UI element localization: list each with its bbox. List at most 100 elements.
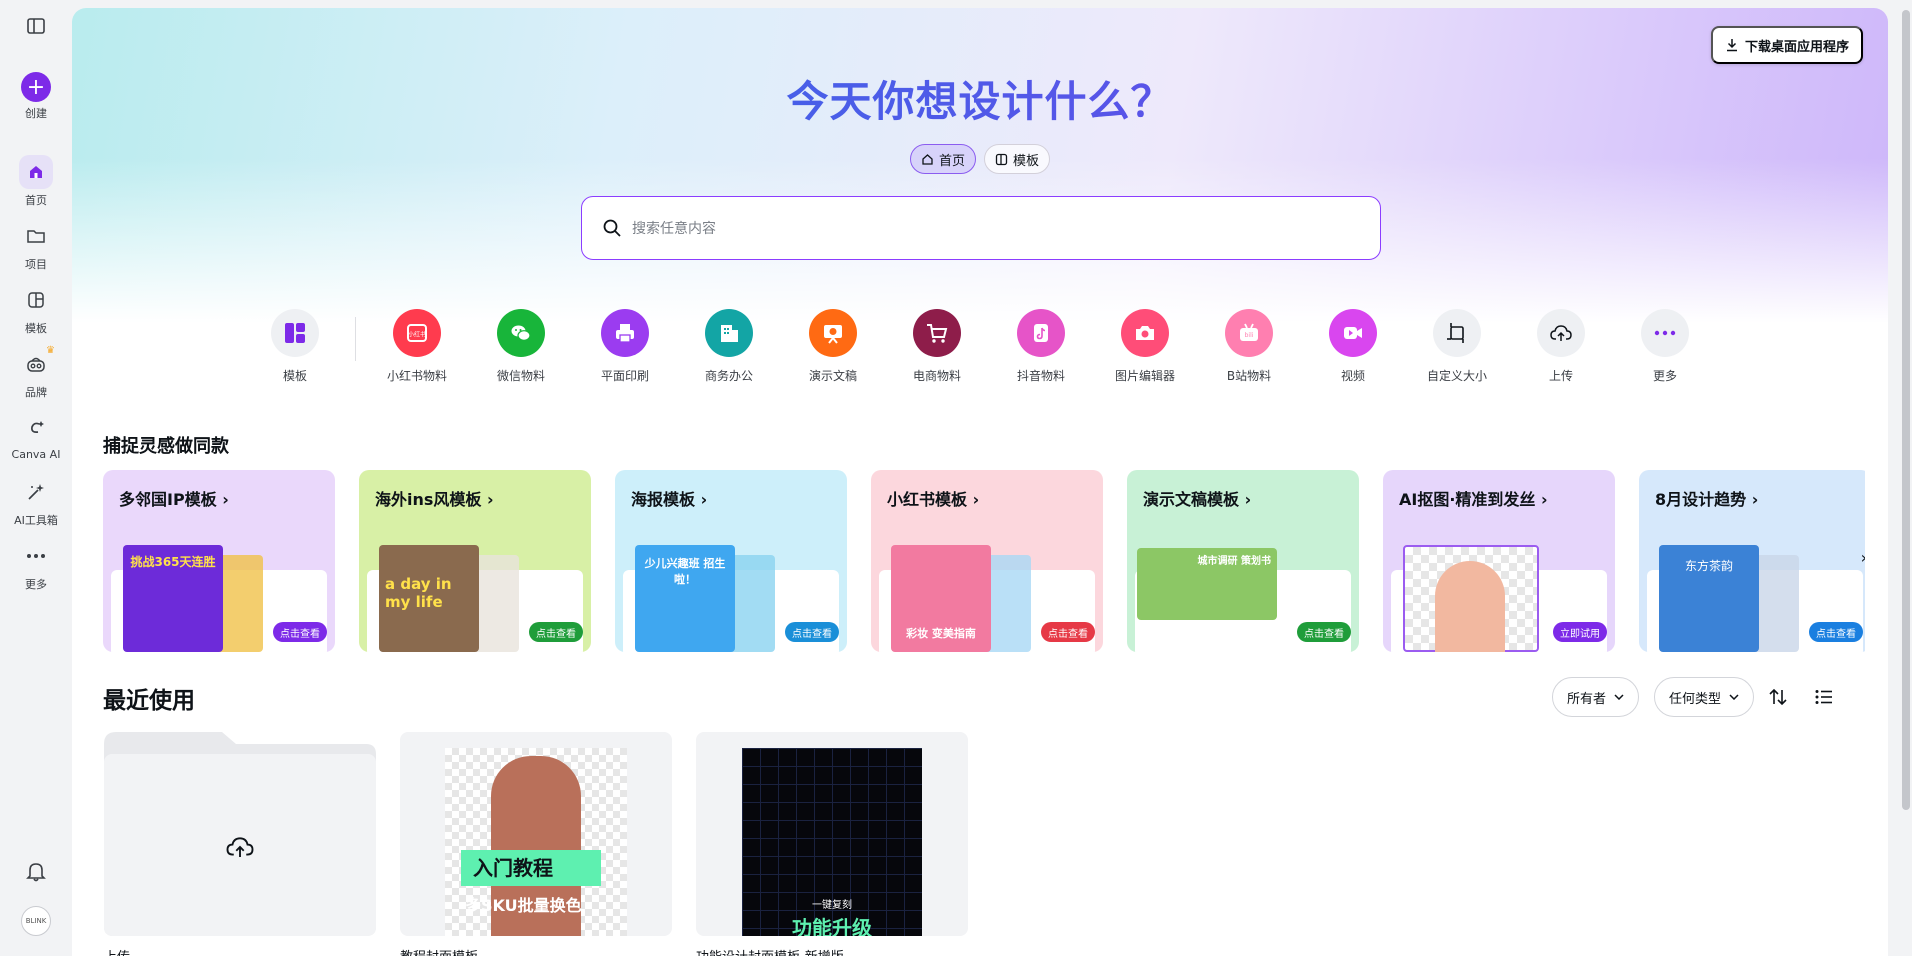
category-print[interactable]: 平面印刷 xyxy=(573,309,677,384)
card-thumbnail: 挑战365天连胜 xyxy=(123,545,223,652)
tab-home[interactable]: 首页 xyxy=(909,144,976,174)
category-templates[interactable]: 模板 xyxy=(243,309,347,384)
sidebar-item-templates[interactable]: 模板 xyxy=(0,283,72,336)
category-wechat[interactable]: 微信物料 xyxy=(469,309,573,384)
search-input[interactable] xyxy=(632,220,1332,236)
card-view-button[interactable]: 点击查看 xyxy=(529,622,583,642)
inspiration-title: 捕捉灵感做同款 xyxy=(103,436,229,457)
search-icon xyxy=(603,219,621,237)
page-scrollbar[interactable] xyxy=(1902,10,1910,810)
template-card[interactable]: 海报模板 › 少儿兴趣班 招生啦！ 点击查看 xyxy=(615,470,847,652)
design-thumbnail: 入门教程 多SKU批量换色 xyxy=(400,732,672,936)
cloud-upload-icon xyxy=(226,837,254,857)
card-title: 多邻国IP模板 › xyxy=(119,490,229,509)
tab-label: 模板 xyxy=(1013,153,1040,169)
category-xiaohongshu[interactable]: 小红书 小红书物料 xyxy=(365,309,469,384)
home-outline-icon xyxy=(922,153,933,165)
sidebar-item-more[interactable]: 更多 xyxy=(0,539,72,592)
folder-icon xyxy=(19,219,53,253)
search-bar[interactable] xyxy=(581,196,1381,260)
list-view-button[interactable] xyxy=(1810,683,1838,711)
category-ecommerce[interactable]: 电商物料 xyxy=(885,309,989,384)
category-bilibili[interactable]: bili B站物料 xyxy=(1197,309,1301,384)
category-more[interactable]: 更多 xyxy=(1613,309,1717,384)
carousel-next-icon[interactable]: › xyxy=(1861,548,1865,567)
card-view-button[interactable]: 点击查看 xyxy=(785,622,839,642)
download-label: 下载桌面应用程序 xyxy=(1744,38,1849,54)
sidebar-item-label: Canva AI xyxy=(11,448,61,461)
card-view-button[interactable]: 点击查看 xyxy=(273,622,327,642)
template-card[interactable]: 演示文稿模板 › 城市调研 策划书 点击查看 xyxy=(1127,470,1359,652)
sidebar-item-canva-ai[interactable]: Canva AI xyxy=(0,411,72,461)
card-view-button[interactable]: 点击查看 xyxy=(1041,622,1095,642)
canva-ai-icon xyxy=(19,411,53,445)
card-title: 海报模板 › xyxy=(631,490,708,509)
sidebar-item-create[interactable]: + 创建 xyxy=(0,72,72,121)
category-label: 商务办公 xyxy=(704,369,753,383)
recent-item-tutorial-cover[interactable]: 入门教程 多SKU批量换色 教程封面模板 xyxy=(400,732,672,956)
sidebar-item-brand[interactable]: ♛ 品牌 xyxy=(0,345,72,400)
avatar: BLINK xyxy=(21,906,51,936)
account-button[interactable]: BLINK xyxy=(0,906,72,936)
category-upload[interactable]: 上传 xyxy=(1509,309,1613,384)
template-card[interactable]: 8月设计趋势 › 东方茶韵 点击查看 › xyxy=(1639,470,1865,652)
template-card[interactable]: AI抠图·精准到发丝 › 立即试用 xyxy=(1383,470,1615,652)
sort-icon xyxy=(1769,688,1787,706)
svg-text:小红书: 小红书 xyxy=(408,331,426,339)
card-view-button[interactable]: 点击查看 xyxy=(1297,622,1351,642)
sidebar-item-label: 模板 xyxy=(25,322,47,335)
bilibili-icon: bili xyxy=(1225,309,1273,357)
category-custom-size[interactable]: 自定义大小 xyxy=(1405,309,1509,384)
bell-icon xyxy=(26,863,46,882)
folder-thumbnail xyxy=(104,732,376,936)
sidebar-item-label: 更多 xyxy=(25,578,47,591)
category-label: 抖音物料 xyxy=(1016,369,1065,383)
category-video[interactable]: 视频 xyxy=(1301,309,1405,384)
recent-item-feature-cover[interactable]: 一键复刻 功能升级 功能设计封面模板-新增版 xyxy=(696,732,968,956)
portrait-figure xyxy=(1435,561,1505,652)
crop-icon xyxy=(1433,309,1481,357)
sidebar-toggle-button[interactable] xyxy=(24,14,48,38)
template-card[interactable]: 海外ins风模板 › a day in my life 点击查看 xyxy=(359,470,591,652)
category-label: 小红书物料 xyxy=(386,369,447,383)
sort-button[interactable] xyxy=(1764,683,1792,711)
download-desktop-app-button[interactable]: 下载桌面应用程序 xyxy=(1710,26,1863,64)
card-title: 8月设计趋势 › xyxy=(1655,490,1759,509)
design-thumbnail: 一键复刻 功能升级 xyxy=(696,732,968,936)
category-photo-editor[interactable]: 图片编辑器 xyxy=(1093,309,1197,384)
card-try-button[interactable]: 立即试用 xyxy=(1553,622,1607,642)
notifications-button[interactable] xyxy=(0,860,72,882)
card-thumbnail: 彩妆 变美指南 xyxy=(891,545,991,652)
template-card[interactable]: 小红书模板 › 彩妆 变美指南 点击查看 xyxy=(871,470,1103,652)
category-label: 模板 xyxy=(282,369,307,383)
inspiration-cards: 多邻国IP模板 › 挑战365天连胜 点击查看 海外ins风模板 › a day… xyxy=(103,470,1865,652)
category-douyin[interactable]: 抖音物料 xyxy=(989,309,1093,384)
sidebar-item-home[interactable]: 首页 xyxy=(0,155,72,208)
wechat-icon xyxy=(497,309,545,357)
owner-filter-dropdown[interactable]: 所有者 xyxy=(1552,677,1640,717)
recent-item-upload[interactable]: 上传 xyxy=(104,732,376,956)
plus-icon: + xyxy=(21,72,51,102)
thumb-title-banner: 入门教程 xyxy=(461,850,601,886)
card-view-button[interactable]: 点击查看 xyxy=(1809,622,1863,642)
tab-templates[interactable]: 模板 xyxy=(984,144,1051,174)
template-card[interactable]: 多邻国IP模板 › 挑战365天连胜 点击查看 xyxy=(103,470,335,652)
card-thumbnail: a day in my life xyxy=(379,545,479,652)
category-business[interactable]: 商务办公 xyxy=(677,309,781,384)
thumb-subtitle: 多SKU批量换色 xyxy=(465,896,582,915)
category-presentation[interactable]: 演示文稿 xyxy=(781,309,885,384)
shopping-cart-icon xyxy=(913,309,961,357)
template-grid-icon xyxy=(271,309,319,357)
more-dots-icon xyxy=(19,539,53,573)
category-label: 图片编辑器 xyxy=(1114,369,1175,383)
sidebar: + 创建 首页 项目 模板 ♛ 品牌 Canva AI AI工具箱 更多 BLI… xyxy=(0,0,72,956)
recent-item-label: 上传 xyxy=(104,946,376,956)
sidebar-item-ai-tools[interactable]: AI工具箱 xyxy=(0,475,72,528)
sidebar-item-projects[interactable]: 项目 xyxy=(0,219,72,272)
thumbnail-canvas: 入门教程 多SKU批量换色 xyxy=(445,748,627,936)
type-filter-dropdown[interactable]: 任何类型 xyxy=(1654,677,1755,717)
more-dots-icon xyxy=(1641,309,1689,357)
crown-icon: ♛ xyxy=(46,345,55,356)
category-label: 视频 xyxy=(1340,369,1365,383)
presentation-icon xyxy=(809,309,857,357)
